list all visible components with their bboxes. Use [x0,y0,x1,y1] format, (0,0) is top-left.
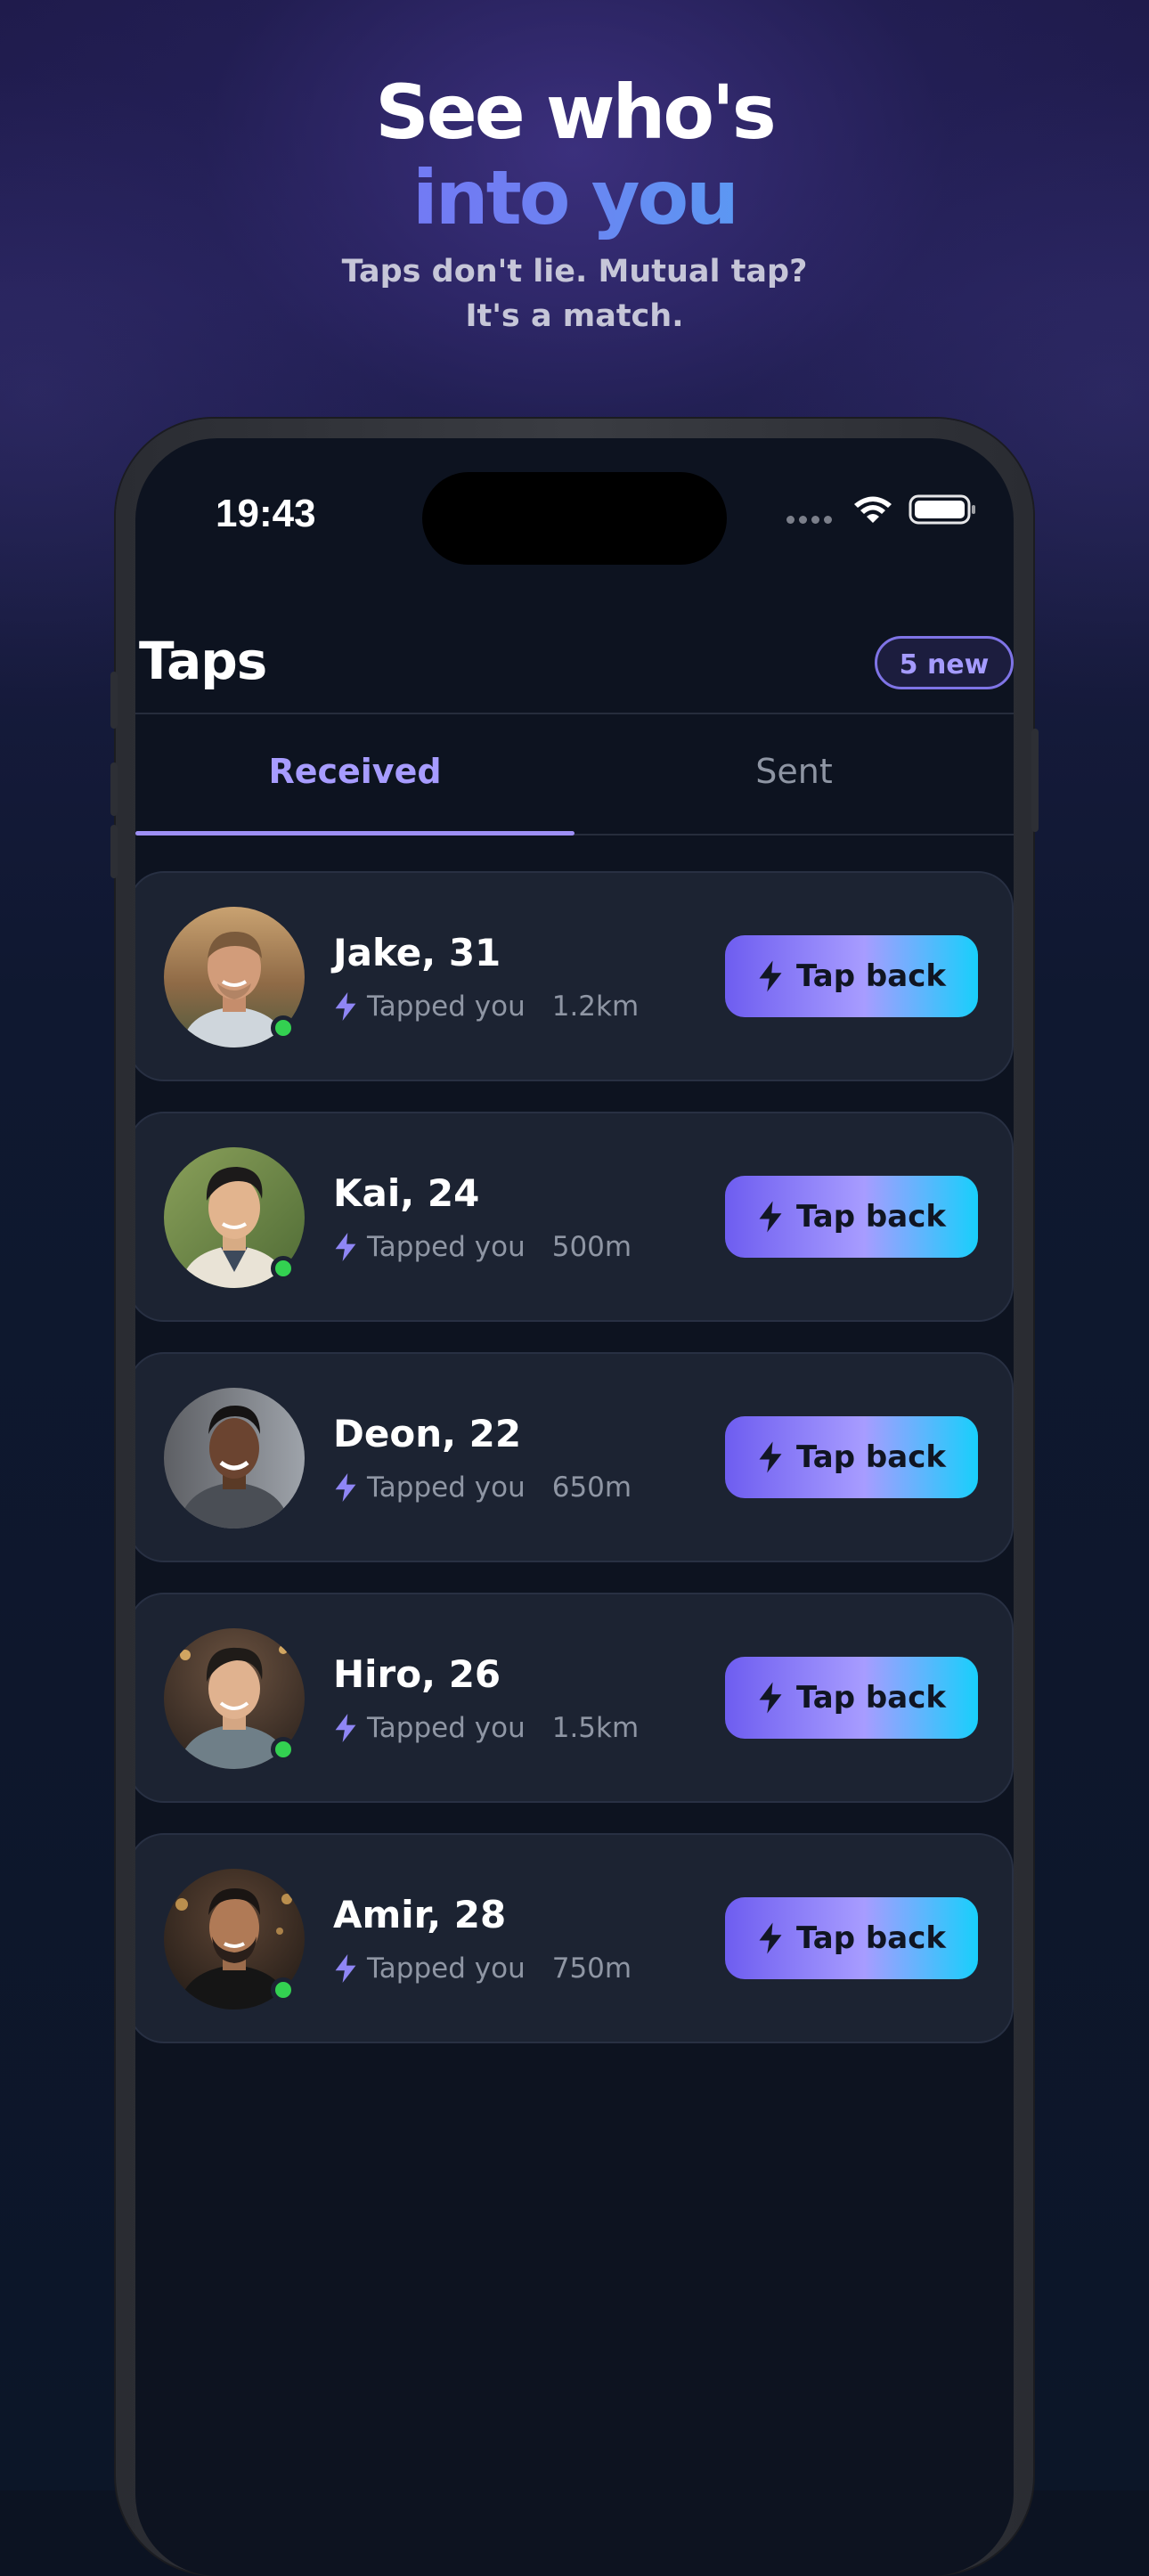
side-button-action [110,672,118,729]
tap-status: Tapped you [367,1712,526,1744]
tap-back-label: Tap back [796,1680,946,1716]
online-indicator [271,1256,296,1281]
tap-status: Tapped you [367,1231,526,1263]
user-name: Amir, 28 [333,1893,507,1936]
lightning-icon [333,1714,358,1742]
tap-meta: Tapped you 750m [333,1949,632,1988]
online-indicator [271,1977,296,2002]
cellular-signal-icon [786,496,832,524]
hero-subtitle: Taps don't lie. Mutual tap? It's a match… [0,249,1149,338]
side-button-volume-down [110,825,118,878]
list-item[interactable]: Amir, 28 Tapped you 750m Tap back [135,1833,1014,2043]
lightning-icon [333,1233,358,1261]
online-indicator [271,1015,296,1040]
tap-meta: Tapped you 650m [333,1468,632,1507]
battery-icon [909,494,975,525]
lightning-icon [759,1441,782,1473]
list-item[interactable]: Jake, 31 Tapped you 1.2km Tap back [135,871,1014,1081]
new-count-badge: 5 new [875,636,1014,689]
page-title: Taps [139,631,267,691]
hero-subtitle-line2: It's a match. [465,298,684,334]
tap-back-button[interactable]: Tap back [725,1657,978,1739]
hero-title-line2: into you [0,155,1149,240]
lightning-icon [759,1922,782,1954]
user-name: Hiro, 26 [333,1652,501,1696]
list-item[interactable]: Hiro, 26 Tapped you 1.5km Tap back [135,1593,1014,1803]
lightning-icon [333,992,358,1021]
tap-back-label: Tap back [796,1199,946,1235]
active-tab-indicator [135,831,574,836]
side-button-volume-up [110,762,118,816]
tap-status: Tapped you [367,990,526,1023]
hero-headline: See who's into you Taps don't lie. Mutua… [0,69,1149,338]
tap-meta: Tapped you 500m [333,1227,632,1267]
avatar [164,1388,305,1528]
lightning-icon [759,1682,782,1714]
distance: 500m [551,1231,632,1263]
tap-back-button[interactable]: Tap back [725,1416,978,1498]
wifi-icon [854,496,892,523]
distance: 650m [551,1471,632,1504]
page-header: Taps 5 new [135,625,1014,697]
tab-sent[interactable]: Sent [574,714,1014,832]
list-item[interactable]: Deon, 22 Tapped you 650m Tap back [135,1352,1014,1562]
tab-received[interactable]: Received [135,714,574,832]
distance: 1.5km [551,1712,640,1744]
tap-back-button[interactable]: Tap back [725,935,978,1017]
user-name: Deon, 22 [333,1412,522,1455]
user-name: Kai, 24 [333,1171,480,1215]
distance: 1.2km [551,990,640,1023]
side-button-power [1031,729,1039,832]
tap-status: Tapped you [367,1471,526,1504]
phone-frame: 19:43 Taps 5 new Received Sent Jake, 31 … [110,419,1039,2576]
user-name: Jake, 31 [333,931,501,974]
tab-bar: Received Sent [135,713,1014,836]
lightning-icon [333,1473,358,1502]
hero-subtitle-line1: Taps don't lie. Mutual tap? [341,254,808,289]
status-icons [786,493,976,526]
dynamic-island [422,472,727,565]
lightning-icon [759,960,782,992]
distance: 750m [551,1952,632,1985]
tap-back-button[interactable]: Tap back [725,1176,978,1258]
tap-meta: Tapped you 1.2km [333,987,639,1026]
list-item[interactable]: Kai, 24 Tapped you 500m Tap back [135,1112,1014,1322]
online-indicator [271,1737,296,1762]
tap-meta: Tapped you 1.5km [333,1708,639,1748]
lightning-icon [333,1954,358,1983]
hero-title-line1: See who's [375,69,777,156]
tap-back-button[interactable]: Tap back [725,1897,978,1979]
tap-back-label: Tap back [796,958,946,994]
phone-screen: 19:43 Taps 5 new Received Sent Jake, 31 … [135,438,1014,2576]
status-time: 19:43 [216,492,316,535]
lightning-icon [759,1201,782,1233]
tap-status: Tapped you [367,1952,526,1985]
tap-back-label: Tap back [796,1439,946,1475]
tap-back-label: Tap back [796,1920,946,1956]
